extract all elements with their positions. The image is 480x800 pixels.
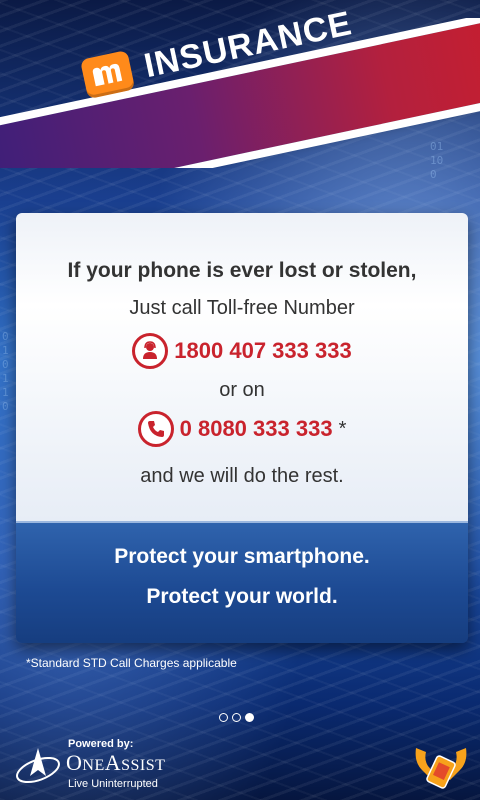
info-card: If your phone is ever lost or stolen, Ju… bbox=[16, 213, 468, 643]
phone-handset-icon bbox=[137, 411, 174, 447]
tagline-2: Protect your world. bbox=[146, 585, 338, 608]
alt-number-row[interactable]: 0 8080 333 333 * bbox=[16, 411, 468, 447]
alt-number-asterisk: * bbox=[338, 417, 347, 440]
toll-free-row[interactable]: 1800 407 333 333 bbox=[16, 333, 468, 369]
card-top-section: If your phone is ever lost or stolen, Ju… bbox=[16, 213, 468, 521]
page-dot-3[interactable] bbox=[245, 713, 254, 722]
brand-name: ONEASSIST bbox=[66, 750, 166, 775]
page-indicator[interactable] bbox=[219, 713, 254, 722]
powered-by-block: Powered by: ONEASSIST Live Uninterrupted bbox=[10, 738, 170, 793]
customer-care-icon bbox=[132, 333, 169, 369]
page-dot-1[interactable] bbox=[219, 713, 228, 722]
closing-text: and we will do the rest. bbox=[140, 465, 344, 487]
footnote: *Standard STD Call Charges applicable bbox=[26, 656, 237, 670]
page-dot-2[interactable] bbox=[232, 713, 241, 722]
tagline-1: Protect your smartphone. bbox=[114, 545, 370, 568]
hands-protect-icon[interactable] bbox=[412, 738, 470, 794]
powered-by-label: Powered by: bbox=[68, 738, 134, 750]
card-tagline-section: Protect your smartphone. Protect your wo… bbox=[16, 521, 468, 643]
headline: If your phone is ever lost or stolen, bbox=[67, 259, 417, 282]
brand-tagline: Live Uninterrupted bbox=[68, 778, 158, 790]
instruction-text: Just call Toll-free Number bbox=[129, 297, 355, 319]
oneassist-logo-icon bbox=[16, 748, 60, 784]
or-on-text: or on bbox=[219, 379, 265, 401]
toll-free-number[interactable]: 1800 407 333 333 bbox=[174, 338, 351, 364]
alt-number[interactable]: 0 8080 333 333 bbox=[180, 416, 333, 442]
background-binary-left: 0 1 0 1 1 0 bbox=[2, 330, 9, 413]
